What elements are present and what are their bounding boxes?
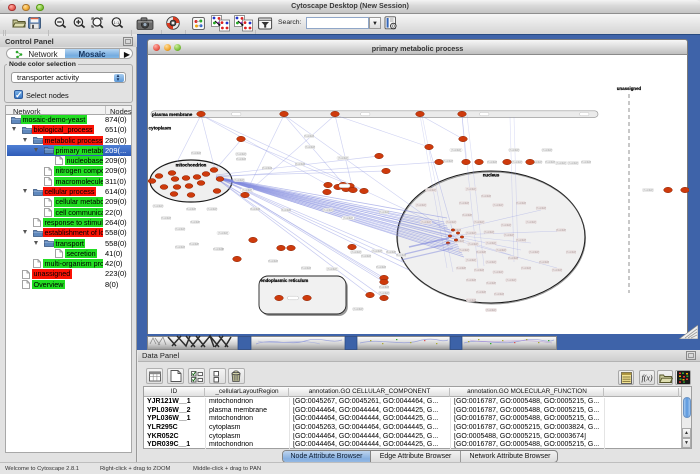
svg-text:(Yxx00W): (Yxx00W) [545, 162, 555, 164]
svg-text:(Yxx00W): (Yxx00W) [207, 209, 217, 211]
svg-text:(Yxx00W): (Yxx00W) [504, 235, 514, 237]
svg-text:(Yxx00W): (Yxx00W) [376, 267, 386, 269]
svg-text:unassigned: unassigned [617, 86, 642, 91]
svg-text:(Yxx00W): (Yxx00W) [516, 203, 526, 205]
svg-text:(Yxx00W): (Yxx00W) [476, 252, 486, 254]
svg-text:(Yxx00W): (Yxx00W) [386, 252, 396, 254]
svg-text:(Yxx00W): (Yxx00W) [466, 233, 476, 235]
svg-text:(Yxx00W): (Yxx00W) [542, 150, 552, 152]
svg-text:(Yxx00W): (Yxx00W) [304, 136, 314, 138]
svg-text:(Yxx00W): (Yxx00W) [581, 162, 591, 164]
svg-text:(Yxx00W): (Yxx00W) [213, 249, 223, 251]
svg-text:endoplasmic reticulum: endoplasmic reticulum [261, 278, 309, 283]
svg-text:(Yxx00W): (Yxx00W) [268, 261, 278, 263]
svg-text:(Yxx00W): (Yxx00W) [468, 244, 478, 246]
svg-text:(Yxx00W): (Yxx00W) [338, 158, 348, 160]
svg-text:(Yxx00W): (Yxx00W) [459, 203, 469, 205]
svg-text:(Yxx00W): (Yxx00W) [416, 205, 426, 207]
svg-text:(Yxx00W): (Yxx00W) [443, 161, 453, 163]
svg-text:(Yxx00W): (Yxx00W) [556, 163, 566, 165]
svg-text:(Yxx00W): (Yxx00W) [189, 244, 199, 246]
svg-text:(Yxx00W): (Yxx00W) [281, 210, 291, 212]
svg-text:(Yxx00W): (Yxx00W) [493, 272, 503, 274]
svg-text:(Yxx00W): (Yxx00W) [301, 268, 311, 270]
svg-text:(Yxx00W): (Yxx00W) [512, 162, 522, 164]
svg-text:(Yxx00W): (Yxx00W) [474, 222, 484, 224]
svg-text:(Yxx00W): (Yxx00W) [379, 293, 389, 295]
svg-text:(Yxx00W): (Yxx00W) [466, 280, 476, 282]
svg-text:(Yxx00W): (Yxx00W) [643, 190, 653, 192]
svg-text:(Yxx00W): (Yxx00W) [484, 232, 494, 234]
svg-text:(Yxx00W): (Yxx00W) [186, 209, 196, 211]
svg-text:(Yxx00W): (Yxx00W) [451, 150, 461, 152]
svg-text:(Yxx00W): (Yxx00W) [487, 162, 497, 164]
svg-text:(Yxx00W): (Yxx00W) [343, 218, 353, 220]
svg-text:(Yxx00W): (Yxx00W) [556, 230, 566, 232]
svg-text:(Yxx00W): (Yxx00W) [466, 189, 476, 191]
svg-text:(Yxx00W): (Yxx00W) [353, 309, 363, 311]
svg-text:(Yxx00W): (Yxx00W) [509, 150, 519, 152]
svg-text:(Yxx00W): (Yxx00W) [508, 258, 518, 260]
svg-text:(Yxx00W): (Yxx00W) [190, 222, 200, 224]
svg-text:1:1: 1:1 [114, 20, 120, 25]
svg-text:(Yxx00W): (Yxx00W) [372, 251, 382, 253]
svg-text:(Yxx00W): (Yxx00W) [327, 269, 337, 271]
svg-text:(Yxx00W): (Yxx00W) [295, 164, 305, 166]
svg-text:(Yxx00W): (Yxx00W) [494, 294, 504, 296]
svg-text:(Yxx00W): (Yxx00W) [566, 252, 576, 254]
svg-text:(Yxx00W): (Yxx00W) [242, 190, 252, 192]
svg-text:(Yxx00W): (Yxx00W) [361, 256, 371, 258]
svg-text:(Yxx00W): (Yxx00W) [501, 225, 511, 227]
svg-text:(Yxx00W): (Yxx00W) [396, 255, 406, 257]
svg-text:(Yxx00W): (Yxx00W) [516, 240, 526, 242]
svg-text:(Yxx00W): (Yxx00W) [250, 209, 260, 211]
svg-text:cytoplasm: cytoplasm [149, 126, 172, 131]
svg-text:(Yxx00W): (Yxx00W) [529, 252, 539, 254]
svg-text:(Yxx00W): (Yxx00W) [351, 252, 361, 254]
svg-text:(Yxx00W): (Yxx00W) [379, 287, 389, 289]
svg-text:(Yxx00W): (Yxx00W) [486, 262, 496, 264]
svg-text:(Yxx00W): (Yxx00W) [305, 147, 315, 149]
svg-text:(Yxx00W): (Yxx00W) [476, 292, 486, 294]
svg-text:(Yxx00W): (Yxx00W) [466, 300, 476, 302]
svg-text:(Yxx00W): (Yxx00W) [521, 268, 531, 270]
svg-text:(Yxx00W): (Yxx00W) [236, 154, 246, 156]
svg-text:(Yxx00W): (Yxx00W) [161, 218, 171, 220]
svg-text:(Yxx00W): (Yxx00W) [539, 262, 549, 264]
svg-text:(Yxx00W): (Yxx00W) [218, 233, 228, 235]
svg-text:(Yxx00W): (Yxx00W) [459, 250, 469, 252]
svg-text:(Yxx00W): (Yxx00W) [486, 243, 496, 245]
svg-text:(Yxx00W): (Yxx00W) [175, 247, 185, 249]
svg-text:(Yxx00W): (Yxx00W) [236, 159, 246, 161]
svg-text:(Yxx00W): (Yxx00W) [426, 190, 436, 192]
svg-text:nucleus: nucleus [483, 173, 500, 178]
svg-text:(Yxx00W): (Yxx00W) [486, 310, 496, 312]
svg-text:(Yxx00W): (Yxx00W) [536, 208, 546, 210]
svg-text:(Yxx00W): (Yxx00W) [191, 153, 201, 155]
svg-text:(Yxx00W): (Yxx00W) [493, 205, 503, 207]
svg-text:(Yxx00W): (Yxx00W) [175, 229, 185, 231]
svg-text:(Yxx00W): (Yxx00W) [496, 250, 506, 252]
svg-text:mitochondrion: mitochondrion [176, 163, 207, 168]
svg-text:(Yxx00W): (Yxx00W) [474, 270, 484, 272]
svg-text:(Yxx00W): (Yxx00W) [481, 196, 491, 198]
svg-text:(Yxx00W): (Yxx00W) [234, 180, 244, 182]
svg-text:(Yxx00W): (Yxx00W) [456, 268, 466, 270]
svg-text:(Yxx00W): (Yxx00W) [379, 212, 389, 214]
svg-text:(Yxx00W): (Yxx00W) [323, 210, 333, 212]
svg-text:(Yxx00W): (Yxx00W) [466, 260, 476, 262]
svg-text:f(x): f(x) [641, 373, 652, 382]
svg-text:(Yxx00W): (Yxx00W) [506, 280, 516, 282]
svg-text:(Yxx00W): (Yxx00W) [421, 222, 431, 224]
svg-text:(Yxx00W): (Yxx00W) [262, 168, 272, 170]
svg-text:(Yxx00W): (Yxx00W) [526, 222, 536, 224]
svg-text:(Yxx00W): (Yxx00W) [552, 270, 562, 272]
svg-text:(Yxx00W): (Yxx00W) [568, 163, 578, 165]
svg-text:plasma membrane: plasma membrane [152, 112, 193, 117]
svg-text:(Yxx00W): (Yxx00W) [486, 283, 496, 285]
svg-text:(Yxx00W): (Yxx00W) [153, 206, 163, 208]
svg-text:(Yxx00W): (Yxx00W) [446, 222, 456, 224]
svg-text:(Yxx00W): (Yxx00W) [462, 215, 472, 217]
